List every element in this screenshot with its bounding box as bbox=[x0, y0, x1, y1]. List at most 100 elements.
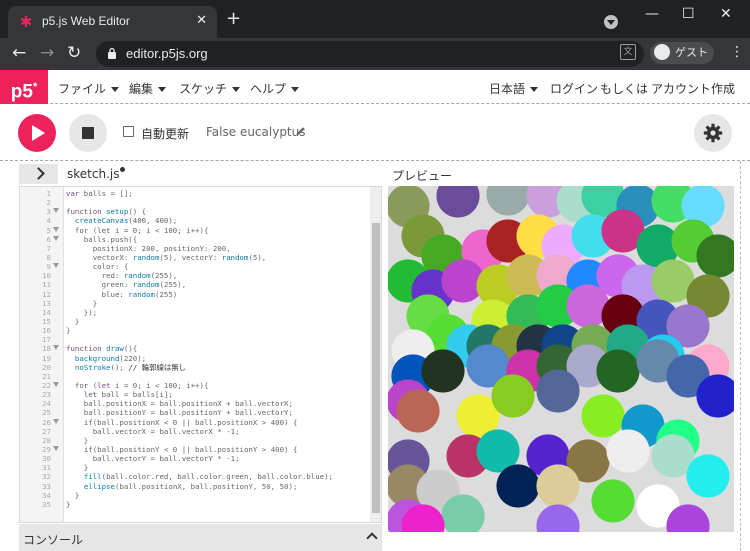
code-line[interactable]: 22 for (let i = 0; i < 100; i++){ bbox=[20, 381, 370, 390]
code-line[interactable]: 7 positionX: 200, positionY: 200, bbox=[20, 244, 370, 253]
code-line[interactable]: 27 ball.vectorX = ball.vectorX * -1; bbox=[20, 427, 370, 436]
code-text: } bbox=[66, 463, 89, 473]
chevron-down-icon bbox=[530, 87, 539, 92]
code-line[interactable]: 20 noStroke(); // 輪郭線は無し bbox=[20, 363, 370, 372]
line-number: 17 bbox=[42, 335, 51, 345]
signup-link[interactable]: アカウント作成 bbox=[651, 80, 735, 97]
code-line[interactable]: 12 blue: random(255) bbox=[20, 290, 370, 299]
line-number: 19 bbox=[42, 353, 51, 363]
fold-arrow-icon[interactable] bbox=[53, 208, 59, 214]
code-line[interactable]: 21 bbox=[20, 372, 370, 381]
expand-sidebar-button[interactable] bbox=[19, 164, 58, 184]
sketch-output bbox=[388, 186, 734, 532]
code-line[interactable]: 31 } bbox=[20, 463, 370, 472]
new-tab-button[interactable]: + bbox=[226, 9, 241, 29]
tab-search-icon[interactable] bbox=[604, 15, 618, 29]
fold-arrow-icon[interactable] bbox=[53, 263, 59, 269]
fold-arrow-icon[interactable] bbox=[53, 235, 59, 241]
code-line[interactable]: 26 if(ball.positionX < 0 || ball.positio… bbox=[20, 418, 370, 427]
autorefresh-label: 自動更新 bbox=[141, 127, 190, 141]
code-line[interactable]: 34 } bbox=[20, 491, 370, 500]
code-editor[interactable]: 1 var balls = []; 2 3 function setup() {4 cr… bbox=[19, 186, 382, 523]
reload-button[interactable]: ↻ bbox=[67, 42, 81, 64]
code-line[interactable]: 17 bbox=[20, 335, 370, 344]
file-tab[interactable]: sketch.js bbox=[67, 167, 126, 181]
maximize-button[interactable]: ☐ bbox=[682, 6, 695, 22]
avatar-icon bbox=[654, 44, 670, 60]
code-line[interactable]: 30 ball.vectorY = ball.vectorY * -1; bbox=[20, 454, 370, 463]
code-text: red: random(255), bbox=[66, 271, 178, 281]
code-line[interactable]: 28 } bbox=[20, 436, 370, 445]
code-line[interactable]: 2 bbox=[20, 198, 370, 207]
code-line[interactable]: 35} bbox=[20, 500, 370, 509]
code-text: for (let i = 0; i < 100; i++){ bbox=[66, 225, 209, 235]
menu-edit[interactable]: 編集 bbox=[129, 80, 167, 97]
fold-arrow-icon[interactable] bbox=[53, 226, 59, 232]
code-line[interactable]: 5 for (let i = 0; i < 100; i++){ bbox=[20, 226, 370, 235]
line-number: 33 bbox=[42, 481, 51, 491]
line-number: 22 bbox=[42, 380, 51, 390]
code-line[interactable]: 13 } bbox=[20, 299, 370, 308]
code-line[interactable]: 29 if(ball.positionY < 0 || ball.positio… bbox=[20, 445, 370, 454]
login-link[interactable]: ログイン bbox=[550, 80, 598, 97]
menu-help[interactable]: ヘルプ bbox=[250, 80, 300, 97]
editor-scrollbar[interactable] bbox=[370, 187, 381, 522]
code-line[interactable]: 11 green: random(255), bbox=[20, 280, 370, 289]
code-line[interactable]: 19 background(220); bbox=[20, 354, 370, 363]
code-line[interactable]: 15 } bbox=[20, 317, 370, 326]
code-line[interactable]: 3 function setup() { bbox=[20, 207, 370, 216]
code-text: ball.vectorY = ball.vectorY * -1; bbox=[66, 454, 240, 464]
preview-canvas[interactable] bbox=[388, 186, 734, 532]
scrollbar-thumb[interactable] bbox=[372, 223, 380, 513]
play-button[interactable] bbox=[18, 114, 56, 152]
settings-button[interactable] bbox=[694, 114, 732, 152]
autorefresh-checkbox[interactable] bbox=[123, 126, 134, 137]
menu-sketch[interactable]: スケッチ bbox=[179, 80, 241, 97]
fold-arrow-icon[interactable] bbox=[53, 381, 59, 387]
profile-button[interactable]: ゲスト bbox=[650, 42, 714, 64]
browser-menu-icon[interactable]: ⋮ bbox=[730, 44, 744, 60]
tab-close-icon[interactable]: ✕ bbox=[196, 13, 207, 29]
code-line[interactable]: 16} bbox=[20, 326, 370, 335]
minimize-button[interactable]: — bbox=[645, 6, 659, 22]
chevron-up-icon[interactable] bbox=[366, 532, 378, 544]
preview-label: プレビュー bbox=[392, 169, 453, 183]
ball bbox=[536, 464, 580, 508]
code-text: balls.push({ bbox=[66, 234, 138, 244]
ball bbox=[686, 454, 730, 498]
translate-icon[interactable]: 文 bbox=[620, 44, 636, 60]
ball bbox=[421, 349, 465, 393]
console-bar[interactable]: コンソール bbox=[19, 524, 382, 551]
code-line[interactable]: 33 ellipse(ball.positionX, ball.position… bbox=[20, 482, 370, 491]
browser-tab[interactable]: ✱ p5.js Web Editor ✕ bbox=[8, 6, 217, 38]
fold-arrow-icon[interactable] bbox=[53, 418, 59, 424]
fold-arrow-icon[interactable] bbox=[53, 445, 59, 451]
code-line[interactable]: 23 let ball = balls[i]; bbox=[20, 390, 370, 399]
fold-arrow-icon[interactable] bbox=[53, 345, 59, 351]
window-close-button[interactable]: ✕ bbox=[720, 6, 732, 22]
code-line[interactable]: 8 vectorX: random(5), vectorY: random(5)… bbox=[20, 253, 370, 262]
language-selector[interactable]: 日本語 bbox=[489, 80, 539, 97]
menu-file[interactable]: ファイル bbox=[58, 80, 120, 97]
code-line[interactable]: 9 color: { bbox=[20, 262, 370, 271]
code-line[interactable]: 14 }); bbox=[20, 308, 370, 317]
pencil-icon[interactable] bbox=[296, 126, 306, 136]
line-number: 23 bbox=[42, 390, 51, 400]
address-bar[interactable]: editor.p5js.org bbox=[96, 41, 644, 67]
p5-logo[interactable]: p5* bbox=[0, 70, 48, 104]
code-line[interactable]: 6 balls.push({ bbox=[20, 235, 370, 244]
forward-button[interactable]: → bbox=[40, 42, 54, 64]
code-line[interactable]: 24 ball.positionX = ball.positionX + bal… bbox=[20, 399, 370, 408]
code-line[interactable]: 1 var balls = []; bbox=[20, 189, 370, 198]
back-button[interactable]: ← bbox=[12, 42, 26, 64]
code-line[interactable]: 18 function draw(){ bbox=[20, 344, 370, 353]
code-line[interactable]: 32 fill(ball.color.red, ball.color.green… bbox=[20, 472, 370, 481]
sketch-name[interactable]: False eucalyptus bbox=[206, 125, 306, 139]
code-line[interactable]: 25 ball.positionY = ball.positionY + bal… bbox=[20, 408, 370, 417]
code-line[interactable]: 4 createCanvas(400, 400); bbox=[20, 216, 370, 225]
code-line[interactable]: 10 red: random(255), bbox=[20, 271, 370, 280]
code-text: noStroke(); // 輪郭線は無し bbox=[74, 362, 187, 372]
code-text: background(220); bbox=[74, 353, 147, 363]
line-number: 16 bbox=[42, 326, 51, 336]
stop-button[interactable] bbox=[69, 114, 107, 152]
